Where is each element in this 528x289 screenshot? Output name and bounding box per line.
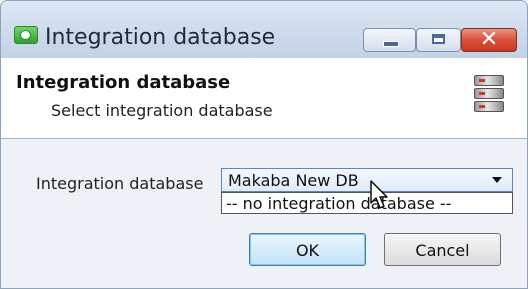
header-title: Integration database (16, 72, 231, 93)
mouse-cursor-icon (370, 180, 388, 209)
integration-database-label: Integration database (36, 174, 204, 193)
close-icon: ✕ (479, 27, 499, 52)
minimize-button[interactable] (363, 28, 416, 52)
title-bar[interactable]: Integration database ✕ (1, 1, 527, 58)
cancel-button[interactable]: Cancel (384, 233, 501, 266)
server-slab (474, 101, 504, 112)
window-title: Integration database (45, 25, 276, 50)
integration-database-dialog: Integration database ✕ Integration datab… (0, 0, 528, 289)
close-button[interactable]: ✕ (461, 27, 517, 52)
dropdown-list: -- no integration database -- (221, 192, 513, 214)
chevron-down-icon[interactable] (492, 177, 502, 183)
select-value: Makaba New DB (228, 171, 359, 190)
server-slab (474, 88, 504, 99)
dropdown-option-no-database[interactable]: -- no integration database -- (226, 194, 451, 213)
maximize-button[interactable] (416, 28, 461, 52)
server-slab (474, 75, 504, 86)
integration-database-select[interactable]: Makaba New DB (221, 168, 513, 192)
maximize-icon (432, 34, 445, 44)
database-server-icon (474, 75, 504, 113)
header-subtitle: Select integration database (51, 101, 273, 120)
app-eye-icon (14, 26, 38, 44)
wizard-header: Integration database Select integration … (1, 58, 527, 139)
ok-button[interactable]: OK (249, 233, 366, 266)
minimize-icon (383, 41, 399, 47)
